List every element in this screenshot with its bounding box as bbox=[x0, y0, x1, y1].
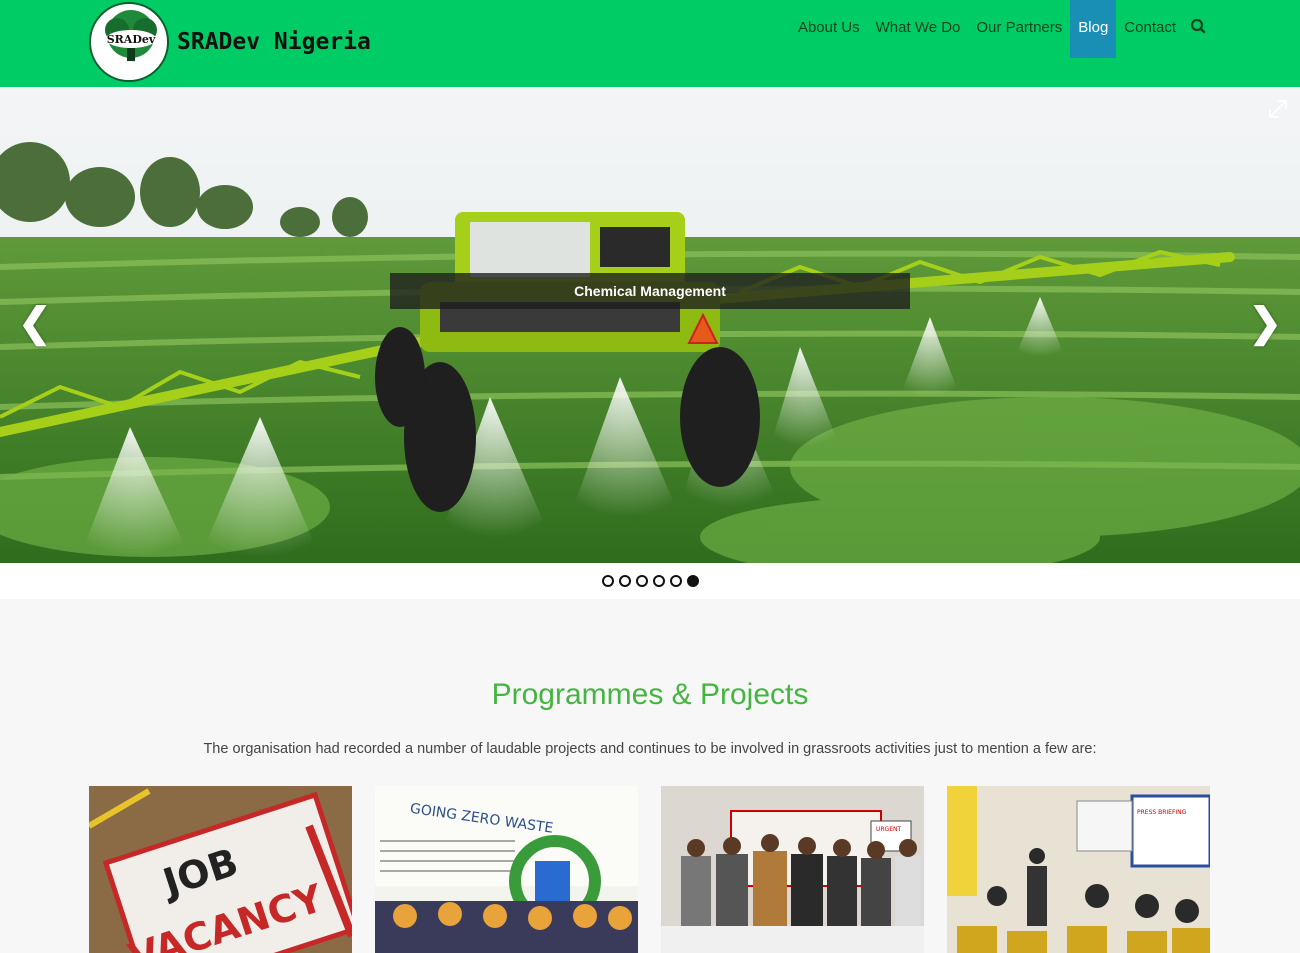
nav-contact[interactable]: Contact bbox=[1116, 0, 1184, 58]
slider-dot-active[interactable] bbox=[686, 575, 699, 587]
nav-blog[interactable]: Blog bbox=[1070, 0, 1117, 58]
slider-dot[interactable] bbox=[669, 575, 682, 587]
main-nav: About Us What We Do Our Partners Blog Co… bbox=[790, 0, 1212, 58]
nav-what-we-do[interactable]: What We Do bbox=[868, 0, 969, 58]
slide-caption: Chemical Management bbox=[390, 273, 910, 309]
nav-about-us[interactable]: About Us bbox=[790, 0, 868, 58]
slider-dot[interactable] bbox=[652, 575, 665, 587]
slider-dot[interactable] bbox=[635, 575, 648, 587]
logo-badge-text: SRADev bbox=[107, 33, 156, 46]
slider-dot[interactable] bbox=[618, 575, 631, 587]
fullscreen-icon[interactable] bbox=[1264, 95, 1292, 123]
project-card-workshop-group[interactable]: URGENT bbox=[661, 786, 924, 953]
slider-pagination bbox=[0, 563, 1300, 599]
slide-image-sprayer bbox=[0, 87, 1300, 563]
slider-next-button[interactable]: ❯ bbox=[1248, 303, 1282, 343]
hero-slider: Chemical Management ❮ ❯ bbox=[0, 87, 1300, 563]
section-title: Programmes & Projects bbox=[491, 678, 809, 711]
card-text-press-briefing: PRESS BRIEFING bbox=[1137, 809, 1187, 816]
project-card-job-vacancy[interactable]: JOB VACANCY bbox=[89, 786, 352, 953]
brand-logo-link[interactable]: SRADev SRADev Nigeria bbox=[89, 0, 371, 84]
section-subtitle: The organisation had recorded a number o… bbox=[203, 741, 1097, 757]
search-icon[interactable] bbox=[1184, 0, 1212, 58]
project-card-zero-waste[interactable]: GOING ZERO WASTE bbox=[375, 786, 638, 953]
slider-dot[interactable] bbox=[601, 575, 614, 587]
nav-our-partners[interactable]: Our Partners bbox=[968, 0, 1070, 58]
slider-prev-button[interactable]: ❮ bbox=[18, 303, 52, 343]
card-text-urgent: URGENT bbox=[876, 826, 901, 833]
logo-emblem: SRADev bbox=[89, 2, 169, 82]
project-cards: JOB VACANCY GOING ZERO WASTE URGENT PRES… bbox=[89, 786, 1211, 953]
brand-name: SRADev Nigeria bbox=[177, 29, 371, 55]
site-header: SRADev SRADev Nigeria About Us What We D… bbox=[0, 0, 1300, 87]
project-card-press-briefing[interactable]: PRESS BRIEFING bbox=[947, 786, 1210, 953]
